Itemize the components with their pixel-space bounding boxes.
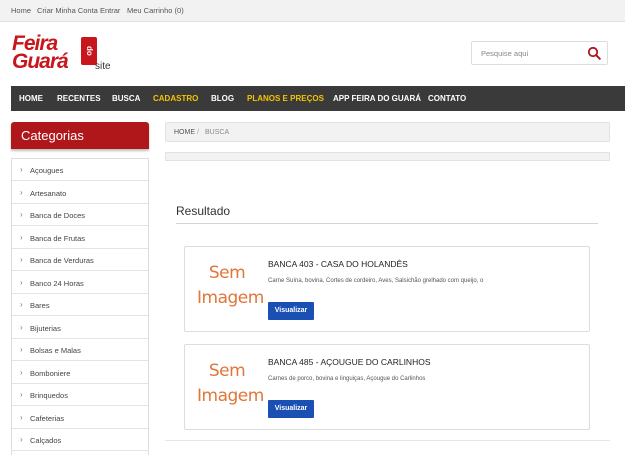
category-item-bomboniere[interactable]: › Bomboniere <box>12 362 148 384</box>
content-bottom-divider <box>165 440 610 441</box>
category-item-brinquedos[interactable]: › Brinquedos <box>12 384 148 406</box>
category-item-bares[interactable]: › Bares <box>12 294 148 316</box>
nav-item-busca[interactable]: BUSCA <box>112 94 140 103</box>
chevron-right-icon: › <box>20 390 23 399</box>
categories-title: Categorias <box>21 128 84 143</box>
result-card: Sem Imagem BANCA 403 - CASA DO HOLANDÊS … <box>184 246 590 332</box>
category-item-banca-de-frutas[interactable]: › Banca de Frutas <box>12 227 148 249</box>
top-bar: Home Criar Minha Conta Entrar Meu Carrin… <box>0 0 625 22</box>
chevron-right-icon: › <box>20 277 23 287</box>
categories-header: Categorias <box>11 122 149 149</box>
category-item-banco-24-horas[interactable]: › Banco 24 Horas <box>12 272 148 294</box>
chevron-right-icon: › <box>20 367 23 377</box>
nav-item-recentes[interactable]: RECENTES <box>57 94 101 103</box>
category-item-calcados[interactable]: › Calçados <box>12 429 148 451</box>
filter-strip <box>165 152 610 161</box>
search-input[interactable] <box>472 42 582 64</box>
nav-item-cadastro[interactable]: CADASTRO <box>153 94 198 103</box>
chevron-right-icon: › <box>20 187 23 197</box>
top-link-create-account[interactable]: Criar Minha Conta <box>37 6 98 15</box>
view-button[interactable]: Visualizar <box>268 400 314 418</box>
result-card: Sem Imagem BANCA 485 - AÇOUGUE DO CARLIN… <box>184 344 590 430</box>
site-logo[interactable]: Feira Guará do site <box>12 33 122 75</box>
top-link-cart[interactable]: Meu Carrinho (0) <box>127 6 184 15</box>
results-heading: Resultado <box>176 204 231 218</box>
chevron-right-icon: › <box>20 232 23 242</box>
logo-guara-text: Guará <box>12 50 69 73</box>
top-link-home[interactable]: Home <box>11 6 31 15</box>
result-name[interactable]: BANCA 403 - CASA DO HOLANDÊS <box>268 259 408 269</box>
chevron-right-icon: › <box>20 255 23 264</box>
breadcrumb: HOME / BUSCA <box>165 122 610 142</box>
chevron-right-icon: › <box>20 210 23 219</box>
categories-list: › Açougues › Artesanato › Banca de Doces › B… <box>11 158 149 455</box>
breadcrumb-home[interactable]: HOME <box>174 129 195 136</box>
result-description: Carnes de porco, bovina e linguiças, Aço… <box>268 376 426 382</box>
chevron-right-icon: › <box>20 322 23 332</box>
results-divider <box>176 223 598 224</box>
nav-item-home[interactable]: HOME <box>19 94 43 103</box>
nav-item-app[interactable]: APP FEIRA DO GUARÁ <box>333 94 421 103</box>
chevron-right-icon: › <box>20 300 23 309</box>
chevron-right-icon: › <box>20 165 23 174</box>
nav-item-contato[interactable]: CONTATO <box>428 94 466 103</box>
category-item-artesanato[interactable]: › Artesanato <box>12 182 148 204</box>
nav-item-blog[interactable]: BLOG <box>211 94 234 103</box>
chevron-right-icon: › <box>20 435 23 444</box>
no-image-placeholder: Sem Imagem <box>197 263 264 308</box>
result-description: Carne Suína, bovina, Cortes de cordeiro,… <box>268 278 484 284</box>
category-item-bijuterias[interactable]: › Bijuterias <box>12 317 148 339</box>
no-image-placeholder: Sem Imagem <box>197 361 264 406</box>
magnifier-icon[interactable] <box>587 46 601 60</box>
category-item-banca-de-verduras[interactable]: › Banca de Verduras <box>12 249 148 271</box>
result-name[interactable]: BANCA 485 - AÇOUGUE DO CARLINHOS <box>268 357 431 367</box>
category-item-bolsas-e-malas[interactable]: › Bolsas e Malas <box>12 339 148 361</box>
nav-item-planos[interactable]: PLANOS E PREÇOS <box>247 94 324 103</box>
breadcrumb-current: BUSCA <box>205 129 230 136</box>
logo-site-text: site <box>95 61 111 72</box>
category-item-acougues[interactable]: › Açougues <box>12 159 148 181</box>
category-item-banca-de-doces[interactable]: › Banca de Doces <box>12 204 148 226</box>
top-link-login[interactable]: Entrar <box>100 6 120 15</box>
chevron-right-icon: › <box>20 345 23 354</box>
breadcrumb-separator: / <box>197 129 199 136</box>
main-nav: HOME RECENTES BUSCA CADASTRO BLOG PLANOS… <box>11 86 625 111</box>
category-item-cafeterias[interactable]: › Cafeterias <box>12 407 148 429</box>
chevron-right-icon: › <box>20 412 23 422</box>
view-button[interactable]: Visualizar <box>268 302 314 320</box>
search-box <box>471 41 608 65</box>
